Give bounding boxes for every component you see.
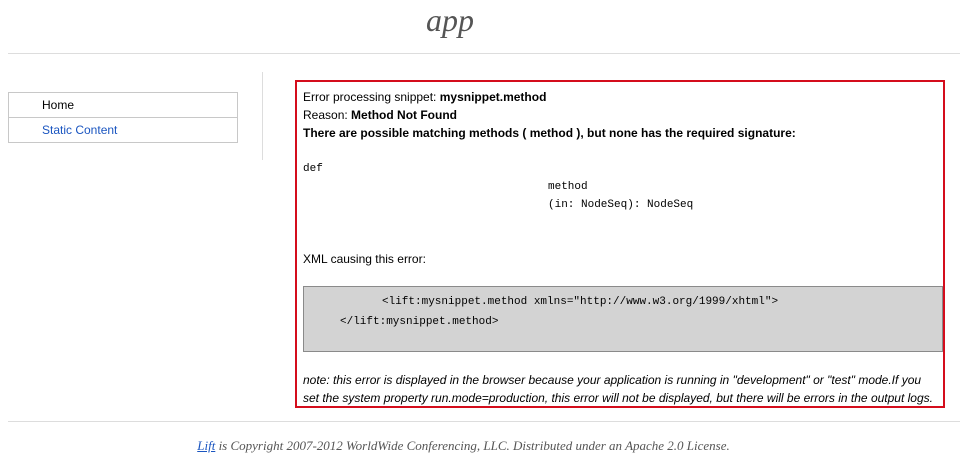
error-matching-text: There are possible matching methods ( me… <box>303 126 796 140</box>
header-divider <box>8 53 960 54</box>
xml-open-tag: <lift:mysnippet.method xmlns="http://www… <box>382 296 779 308</box>
footer-divider <box>8 421 960 422</box>
app-title: app <box>426 2 474 38</box>
error-reason-line: Reason: Method Not Found <box>303 106 457 124</box>
sidebar-item-home[interactable]: Home <box>9 93 237 117</box>
xml-label: XML causing this error: <box>303 252 426 266</box>
footer-copyright-text: is Copyright 2007-2012 WorldWide Confere… <box>215 438 730 453</box>
signature-keyword: def <box>303 163 323 175</box>
error-panel: Error processing snippet: mysnippet.meth… <box>295 80 945 408</box>
error-matching-message: There are possible matching methods ( me… <box>303 124 796 142</box>
error-processing-line: Error processing snippet: mysnippet.meth… <box>303 88 546 106</box>
xml-close-tag: </lift:mysnippet.method> <box>340 316 499 328</box>
dev-mode-note-line-1: note: this error is displayed in the bro… <box>303 373 922 387</box>
error-processing-prefix: Error processing snippet: <box>303 90 440 104</box>
lift-link[interactable]: Lift <box>197 438 215 453</box>
dev-mode-note: note: this error is displayed in the bro… <box>303 371 943 407</box>
sidebar-divider <box>262 72 263 160</box>
signature-method-name: method <box>548 181 588 193</box>
xml-code-block: <lift:mysnippet.method xmlns="http://www… <box>303 286 943 352</box>
footer: Lift is Copyright 2007-2012 WorldWide Co… <box>0 438 927 454</box>
signature-params: (in: NodeSeq): NodeSeq <box>548 199 694 211</box>
sidebar-item-static-content[interactable]: Static Content <box>9 117 237 142</box>
error-snippet-name: mysnippet.method <box>439 90 547 104</box>
sidebar-menu: Home Static Content <box>8 92 238 143</box>
error-reason-prefix: Reason: <box>303 108 352 122</box>
error-reason: Method Not Found <box>351 108 457 122</box>
dev-mode-note-line-2: set the system property run.mode=product… <box>303 391 933 405</box>
